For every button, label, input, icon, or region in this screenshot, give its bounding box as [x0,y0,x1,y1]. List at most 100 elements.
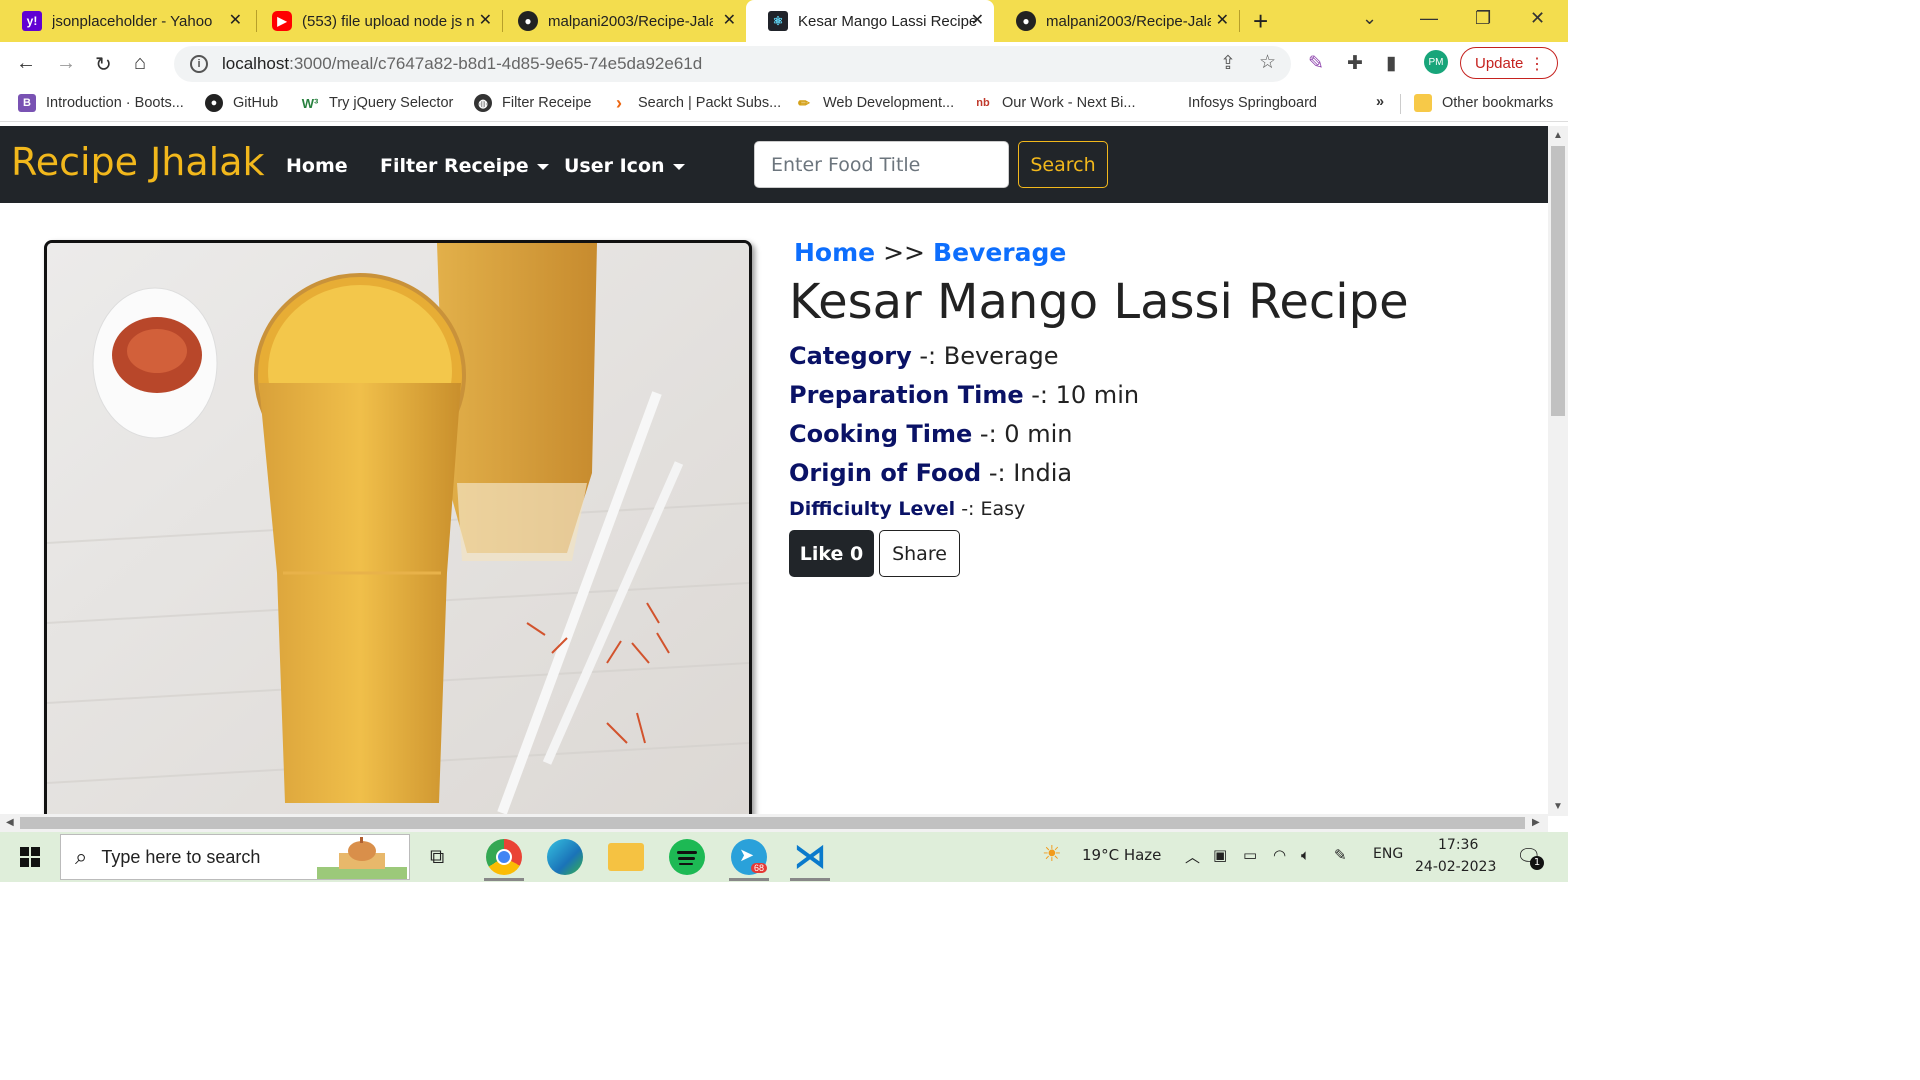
bookmark-our-work[interactable]: nb Our Work - Next Bi... [974,94,1135,112]
tab-yahoo[interactable]: y! jsonplaceholder - Yahoo I ✕ [0,0,252,42]
detail-sep: -: [981,459,1014,487]
close-icon[interactable]: ✕ [971,10,984,30]
weather-text[interactable]: 19°C Haze [1082,846,1161,864]
minimize-icon[interactable]: — [1420,8,1438,29]
bookmark-packt[interactable]: › Search | Packt Subs... [610,93,781,113]
more-bookmarks-button[interactable]: » [1376,94,1384,110]
notification-badge: 1 [1530,856,1544,870]
language-indicator[interactable]: ENG [1373,846,1403,862]
scroll-left-icon[interactable]: ◀ [6,817,14,828]
pen-extension-icon[interactable]: ✎ [1308,52,1324,75]
volume-icon[interactable]: 🔈︎ [1301,846,1310,864]
vertical-scrollbar[interactable]: ▲ ▼ [1548,126,1568,816]
breadcrumb-home-link[interactable]: Home [794,238,875,267]
active-app-indicator [790,878,830,881]
tab-youtube[interactable]: ▶ (553) file upload node js n ✕ [250,0,502,42]
nav-home-link[interactable]: Home [286,155,348,177]
detail-sep: -: [1023,381,1056,409]
wifi-icon[interactable]: ◠ [1273,846,1286,864]
bookmark-jquery[interactable]: W³ Try jQuery Selector [301,94,454,112]
edge-icon[interactable] [547,839,583,875]
battery-icon[interactable]: ▭ [1243,846,1257,864]
extensions-icon[interactable]: ✚ [1347,52,1363,75]
scrollbar-thumb[interactable] [20,817,1525,829]
restore-icon[interactable]: ❐ [1475,8,1491,29]
telegram-badge: 68 [751,863,768,873]
close-icon[interactable]: ✕ [723,10,736,30]
tab-recipe-active[interactable]: ⚛ Kesar Mango Lassi Recipe ✕ [746,0,994,42]
bookmarks-bar: B Introduction · Boots... ● GitHub W³ Tr… [0,86,1568,122]
share-button[interactable]: Share [879,530,960,577]
address-bar[interactable]: i localhost:3000/meal/c7647a82-b8d1-4d85… [174,46,1291,82]
chrome-icon[interactable] [486,839,522,875]
tab-github-2[interactable]: ● malpani2003/Recipe-Jalal ✕ [994,0,1239,42]
food-search-input[interactable] [754,141,1009,188]
task-view-icon[interactable]: ⧉ [430,844,444,868]
close-window-icon[interactable]: ✕ [1530,8,1545,29]
detail-value: India [1013,459,1073,487]
tab-search-chevron-icon[interactable]: ⌄ [1362,8,1377,29]
recipe-image [44,240,752,830]
detail-prep-time: Preparation Time -: 10 min [789,381,1139,409]
menu-dots-icon[interactable]: ⋮ [1529,54,1545,74]
bookmark-label: GitHub [233,95,279,111]
profile-avatar[interactable]: PM [1424,50,1448,74]
scrollbar-thumb[interactable] [1551,146,1565,416]
site-info-icon[interactable]: i [190,55,208,73]
close-icon[interactable]: ✕ [1216,10,1229,30]
pencil-icon: ✏ [798,94,810,111]
side-panel-icon[interactable]: ▮ [1386,52,1396,75]
update-button[interactable]: Update ⋮ [1460,47,1558,79]
windows-start-icon[interactable] [20,847,40,867]
bookmark-web-dev[interactable]: ✏ Web Development... [795,94,954,112]
brand-logo[interactable]: Recipe Jhalak [11,140,265,184]
bookmark-star-icon[interactable]: ☆ [1259,51,1276,74]
search-button[interactable]: Search [1018,141,1108,188]
bookmark-bootstrap[interactable]: B Introduction · Boots... [18,94,184,112]
like-button[interactable]: Like 0 [789,530,874,577]
close-icon[interactable]: ✕ [229,10,242,30]
scroll-right-icon[interactable]: ▶ [1532,817,1540,828]
bookmark-label: Introduction · Boots... [46,95,184,111]
clock-time[interactable]: 17:36 [1438,837,1478,853]
bookmark-label: Filter Receipe [502,95,592,111]
nav-user-dropdown[interactable]: User Icon [564,155,685,177]
camera-icon[interactable]: ▣ [1213,846,1227,864]
other-bookmarks[interactable]: Other bookmarks [1414,94,1553,112]
nav-filter-dropdown[interactable]: Filter Receipe [380,155,549,177]
pen-icon[interactable]: ✎ [1334,846,1347,864]
scroll-down-icon[interactable]: ▼ [1553,801,1563,812]
github-icon: ● [205,94,223,112]
clock-date[interactable]: 24-02-2023 [1415,859,1496,875]
reload-icon[interactable]: ↻ [95,52,112,77]
spotify-icon[interactable] [669,839,705,875]
vscode-icon[interactable]: ⋊ [792,838,828,875]
nb-icon: nb [976,97,990,109]
bookmark-infosys[interactable]: Infosys Springboard [1160,94,1317,112]
caret-down-icon [536,163,549,170]
detail-label: Difficiulty Level [789,498,956,520]
active-app-indicator [484,878,524,881]
bookmark-filter-receipe[interactable]: ◍ Filter Receipe [474,94,591,112]
close-icon[interactable]: ✕ [479,10,492,30]
breadcrumb-category-link[interactable]: Beverage [933,238,1066,267]
youtube-icon: ▶ [272,11,292,31]
tab-github[interactable]: ● malpani2003/Recipe-Jalal ✕ [496,0,746,42]
horizontal-scrollbar[interactable]: ◀ ▶ [0,814,1548,832]
new-tab-icon[interactable]: + [1253,6,1268,37]
bookmark-github[interactable]: ● GitHub [205,94,278,112]
react-icon: ⚛ [768,11,788,31]
file-explorer-icon[interactable] [608,843,644,871]
home-icon[interactable]: ⌂ [134,52,146,75]
share-icon[interactable]: ⇪ [1220,52,1236,75]
taskbar-search-box[interactable]: ⌕ Type here to search [60,834,410,880]
scroll-up-icon[interactable]: ▲ [1553,130,1563,141]
w3schools-icon: W³ [301,95,319,111]
telegram-icon[interactable]: ➤ 68 [731,839,768,875]
back-icon[interactable]: ← [16,52,36,75]
forward-icon[interactable]: → [56,52,76,75]
folder-icon [1414,94,1432,112]
tray-chevron-icon[interactable]: ︿ [1185,846,1200,867]
weather-icon: ☀ [1042,842,1062,867]
tab-separator [1239,10,1240,32]
